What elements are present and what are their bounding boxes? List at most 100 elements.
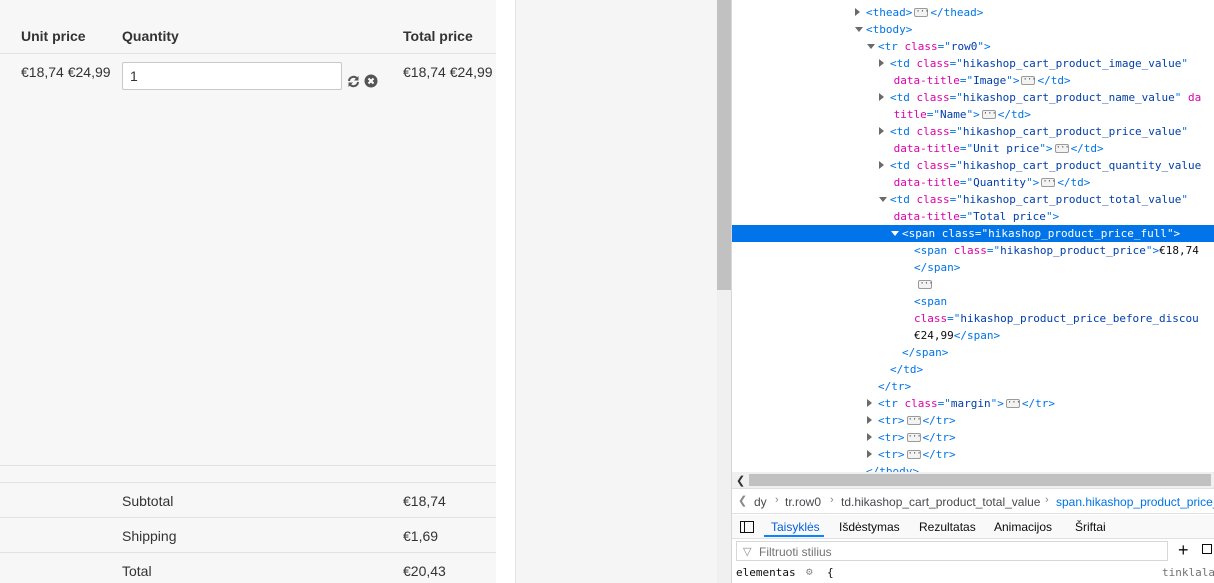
- expand-open-icon[interactable]: [891, 231, 899, 236]
- markup-node[interactable]: data-title="Quantity"> </td>: [732, 174, 1214, 191]
- expand-closed-icon[interactable]: [879, 93, 884, 101]
- filter-styles-input[interactable]: ▽ Filtruoti stilius: [736, 541, 1168, 561]
- expand-closed-icon[interactable]: [867, 416, 872, 424]
- markup-node[interactable]: <tr class="margin"> </tr>: [732, 395, 1214, 412]
- sidebar-tabs: Taisyklės Išdėstymas Rezultatas Animacij…: [732, 515, 1214, 539]
- markup-node[interactable]: </span>: [732, 259, 1214, 276]
- markup-node[interactable]: <tbody>: [732, 21, 1214, 38]
- expand-open-icon[interactable]: [879, 197, 887, 202]
- markup-node[interactable]: <td class="hikashop_cart_product_price_v…: [732, 123, 1214, 140]
- markup-node[interactable]: class="hikashop_product_price_before_dis…: [732, 310, 1214, 327]
- expand-open-icon[interactable]: [855, 27, 863, 32]
- expand-open-icon[interactable]: [867, 44, 875, 49]
- markup-node[interactable]: title="Name"> </td>: [732, 106, 1214, 123]
- collapsed-content-icon[interactable]: [906, 429, 921, 446]
- collapsed-content-icon[interactable]: [918, 276, 933, 293]
- expand-closed-icon[interactable]: [879, 59, 884, 67]
- markup-node[interactable]: <tr> </tr>: [732, 446, 1214, 463]
- attr-value: hikashop_cart_product_price_value: [962, 125, 1182, 138]
- breadcrumb-item[interactable]: dy: [754, 495, 767, 509]
- rule-source[interactable]: tinklala: [1162, 566, 1214, 579]
- collapsed-content-icon[interactable]: [1005, 395, 1020, 412]
- expand-closed-icon[interactable]: [867, 450, 872, 458]
- markup-node[interactable]: <span class="hikashop_product_price">€18…: [732, 242, 1214, 259]
- markup-node-text: <td class="hikashop_cart_product_quantit…: [890, 157, 1201, 174]
- collapsed-content-icon[interactable]: [1021, 72, 1036, 89]
- horizontal-scrollbar-thumb[interactable]: [749, 474, 1211, 486]
- markup-node[interactable]: <tr> </tr>: [732, 429, 1214, 446]
- toggle-pseudo-icon[interactable]: [1202, 544, 1212, 554]
- markup-node[interactable]: €24,99</span>: [732, 327, 1214, 344]
- markup-node[interactable]: </span>: [732, 344, 1214, 361]
- markup-node[interactable]: <tr class="row0">: [732, 38, 1214, 55]
- quantity-input[interactable]: [122, 62, 342, 90]
- markup-node[interactable]: data-title="Total price">: [732, 208, 1214, 225]
- markup-tree[interactable]: <thead></thead><tbody><tr class="row0"><…: [732, 0, 1214, 472]
- tag-token: </td>: [890, 363, 924, 376]
- collapsed-content-icon[interactable]: [1041, 174, 1056, 191]
- tag-token: =": [949, 91, 963, 104]
- remove-icon[interactable]: [364, 74, 378, 88]
- markup-node-text: data-title="Image"> </td>: [894, 72, 1071, 89]
- expand-closed-icon[interactable]: [867, 399, 872, 407]
- markup-node[interactable]: [732, 276, 1214, 293]
- markup-node[interactable]: </tbody>: [732, 463, 1214, 472]
- attr-name: class: [914, 312, 948, 325]
- markup-node[interactable]: <td class="hikashop_cart_product_total_v…: [732, 191, 1214, 208]
- markup-node-text: <td class="hikashop_cart_product_total_v…: [890, 191, 1188, 208]
- add-rule-icon[interactable]: +: [1178, 540, 1189, 561]
- breadcrumb-item[interactable]: td.hikashop_cart_product_total_value: [841, 495, 1040, 509]
- tab-layout[interactable]: Išdėstymas: [839, 520, 900, 534]
- markup-node-text: </tr>: [878, 378, 911, 395]
- horizontal-scrollbar[interactable]: ❮: [732, 472, 1214, 488]
- markup-node[interactable]: data-title="Unit price"> </td>: [732, 140, 1214, 157]
- markup-node[interactable]: <td class="hikashop_cart_product_quantit…: [732, 157, 1214, 174]
- breadcrumb-item-current[interactable]: span.hikashop_product_price_: [1056, 495, 1214, 509]
- markup-node-text: <tr> </tr>: [878, 429, 956, 446]
- tag-token: </tr>: [922, 431, 956, 444]
- collapsed-content-icon[interactable]: [914, 4, 929, 21]
- expand-closed-icon[interactable]: [879, 127, 884, 135]
- expand-closed-icon[interactable]: [855, 8, 860, 16]
- markup-node[interactable]: <td class="hikashop_cart_product_image_v…: [732, 55, 1214, 72]
- scrollbar-thumb[interactable]: [717, 0, 731, 290]
- markup-node[interactable]: data-title="Image"> </td>: [732, 72, 1214, 89]
- attr-value: Name: [939, 108, 967, 121]
- breadcrumb-item[interactable]: tr.row0: [785, 495, 821, 509]
- tag-token: ">: [966, 108, 980, 121]
- page-scrollbar[interactable]: [717, 0, 731, 583]
- expand-closed-icon[interactable]: [879, 161, 884, 169]
- markup-node[interactable]: </td>: [732, 361, 1214, 378]
- collapsed-content-icon[interactable]: [906, 412, 921, 429]
- markup-node[interactable]: <thead> </thead>: [732, 4, 1214, 21]
- tag-token: </tr>: [922, 448, 956, 461]
- total-price-value: €18,74 €24,99: [403, 64, 493, 80]
- markup-node-selected[interactable]: <span class="hikashop_product_price_full…: [732, 225, 1214, 242]
- scroll-left-icon[interactable]: ❮: [736, 474, 745, 487]
- expand-closed-icon[interactable]: [867, 433, 872, 441]
- markup-node[interactable]: <tr> </tr>: [732, 412, 1214, 429]
- tag-token: </td>: [1057, 176, 1091, 189]
- layout-toggle-icon[interactable]: [740, 521, 754, 533]
- tag-token: =": [949, 57, 963, 70]
- collapsed-content-icon[interactable]: [1054, 140, 1069, 157]
- collapsed-content-icon[interactable]: [981, 106, 996, 123]
- divider: [0, 465, 496, 466]
- collapsed-content-icon[interactable]: [906, 446, 921, 463]
- breadcrumb-left-icon[interactable]: ❮: [738, 494, 747, 507]
- page-gutter: [496, 0, 516, 583]
- markup-node[interactable]: </tr>: [732, 378, 1214, 395]
- breadcrumb: ❮ dy › tr.row0 › td.hikashop_cart_produc…: [732, 488, 1214, 514]
- markup-node[interactable]: <td class="hikashop_cart_product_name_va…: [732, 89, 1214, 106]
- gear-icon[interactable]: ⚙: [806, 565, 813, 578]
- rule-selector: elementas: [736, 566, 796, 579]
- markup-node[interactable]: <span: [732, 293, 1214, 310]
- tab-animations[interactable]: Animacijos: [994, 520, 1052, 534]
- total-label: Total: [122, 563, 152, 579]
- markup-node-text: <thead> </thead>: [866, 4, 983, 21]
- tab-computed[interactable]: Rezultatas: [919, 520, 976, 534]
- refresh-icon[interactable]: [346, 74, 360, 88]
- tag-token: </tr>: [1021, 397, 1055, 410]
- tab-fonts[interactable]: Šriftai: [1075, 520, 1106, 534]
- tab-rules[interactable]: Taisyklės: [771, 520, 820, 534]
